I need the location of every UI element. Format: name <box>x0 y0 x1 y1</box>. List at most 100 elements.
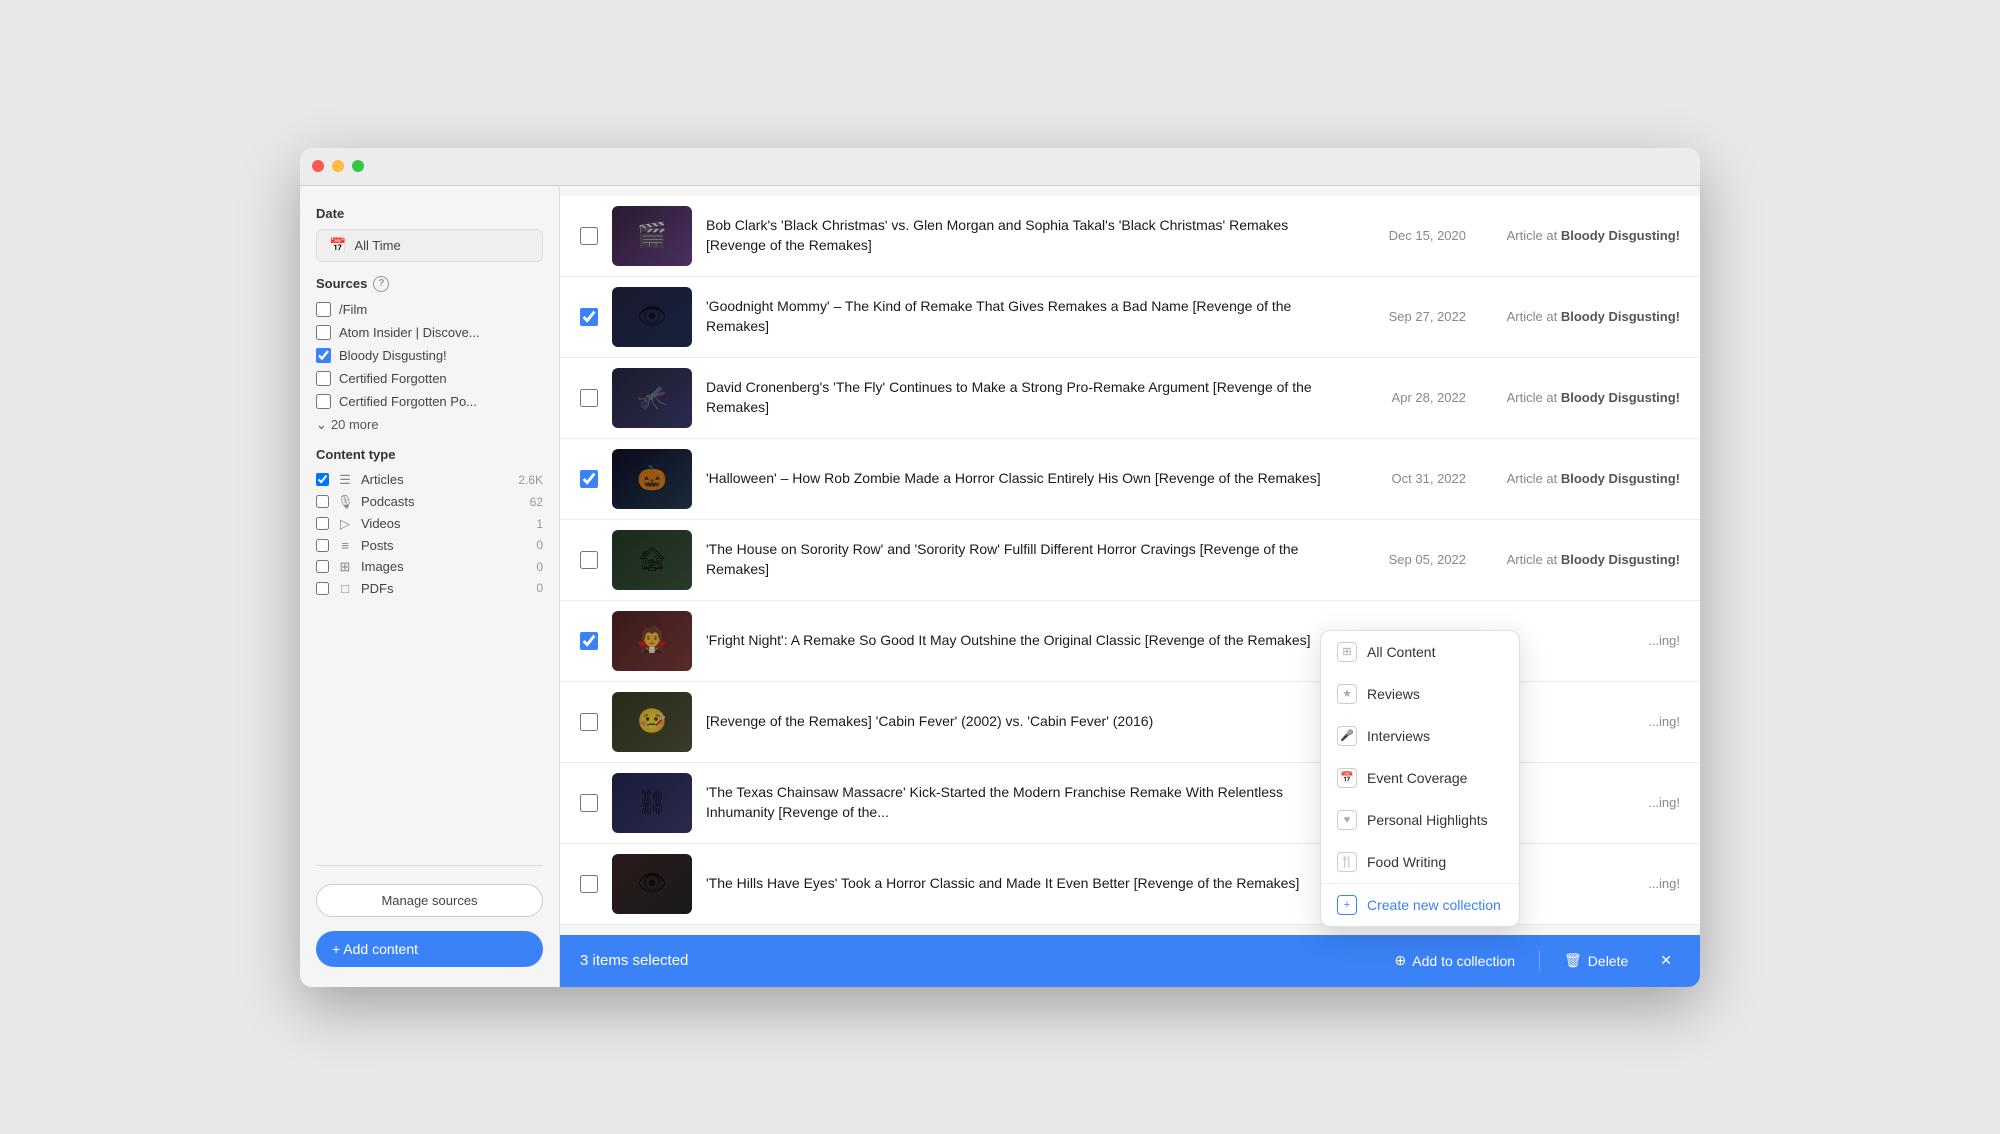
minimize-button[interactable] <box>332 160 344 172</box>
create-new-collection-item[interactable]: + Create new collection <box>1321 884 1519 926</box>
manage-sources-button[interactable]: Manage sources <box>316 884 543 917</box>
dropdown-personal-highlights-label: Personal Highlights <box>1367 812 1488 828</box>
dropdown-all-content[interactable]: ⊞ All Content <box>1321 631 1519 673</box>
selected-count: 3 items selected <box>580 952 1371 969</box>
ct-pdfs-count: 0 <box>536 581 543 595</box>
source-atom[interactable]: Atom Insider | Discove... <box>316 325 543 340</box>
ct-articles-checkbox[interactable] <box>316 473 329 486</box>
close-bar-button[interactable]: ✕ <box>1652 948 1680 973</box>
ct-articles-count: 2.6K <box>518 473 543 487</box>
source-certfpo-checkbox[interactable] <box>316 394 331 409</box>
ct-videos-label: Videos <box>361 516 401 531</box>
delete-icon: 🗑 <box>1564 952 1582 969</box>
article-title-7: [Revenge of the Remakes] 'Cabin Fever' (… <box>706 712 1352 732</box>
dropdown-interviews[interactable]: 🎤 Interviews <box>1321 715 1519 757</box>
table-row: 🎬 Bob Clark's 'Black Christmas' vs. Glen… <box>560 196 1700 277</box>
source-certf[interactable]: Certified Forgotten <box>316 371 543 386</box>
add-to-collection-icon: ⊕ <box>1395 952 1407 969</box>
thumb-shape-3: 🦟 <box>637 383 667 412</box>
date-filter-button[interactable]: 📅 All Time <box>316 229 543 262</box>
row-checkbox-3[interactable] <box>580 389 598 407</box>
thumb-shape-4: 🎃 <box>637 464 667 493</box>
row-checkbox-1[interactable] <box>580 227 598 245</box>
pdfs-icon: □ <box>337 581 353 596</box>
close-button[interactable] <box>312 160 324 172</box>
ct-podcasts[interactable]: 🎙 Podcasts 62 <box>316 494 543 510</box>
dropdown-food-writing-label: Food Writing <box>1367 854 1446 870</box>
article-thumbnail-5: 🏚 <box>612 530 692 590</box>
dropdown-event-coverage[interactable]: 📅 Event Coverage <box>1321 757 1519 799</box>
source-film-label: /Film <box>339 302 367 317</box>
ct-podcasts-count: 62 <box>530 495 543 509</box>
content-type-section: Content type ☰ Articles 2.6K 🎙 Podcasts … <box>316 447 543 596</box>
article-thumbnail-1: 🎬 <box>612 206 692 266</box>
table-row: 👁 'The Hills Have Eyes' Took a Horror Cl… <box>560 844 1700 925</box>
ct-pdfs[interactable]: □ PDFs 0 <box>316 581 543 596</box>
table-row: 🎃 'Halloween' – How Rob Zombie Made a Ho… <box>560 439 1700 520</box>
posts-icon: ≡ <box>337 538 353 553</box>
article-thumbnail-7: 🤒 <box>612 692 692 752</box>
dropdown-reviews[interactable]: ★ Reviews <box>1321 673 1519 715</box>
dropdown-food-writing[interactable]: 🍴 Food Writing <box>1321 841 1519 883</box>
reviews-icon: ★ <box>1337 684 1357 704</box>
article-thumbnail-3: 🦟 <box>612 368 692 428</box>
source-certfpo[interactable]: Certified Forgotten Po... <box>316 394 543 409</box>
ct-posts-label: Posts <box>361 538 394 553</box>
article-title-9: 'The Hills Have Eyes' Took a Horror Clas… <box>706 874 1352 894</box>
source-film[interactable]: /Film <box>316 302 543 317</box>
row-checkbox-4[interactable] <box>580 470 598 488</box>
row-checkbox-2[interactable] <box>580 308 598 326</box>
ct-videos[interactable]: ▷ Videos 1 <box>316 516 543 532</box>
article-title-2: 'Goodnight Mommy' – The Kind of Remake T… <box>706 297 1352 336</box>
ct-videos-checkbox[interactable] <box>316 517 329 530</box>
ct-posts-checkbox[interactable] <box>316 539 329 552</box>
source-atom-label: Atom Insider | Discove... <box>339 325 480 340</box>
sources-list: /Film Atom Insider | Discove... Bloody D… <box>316 302 543 409</box>
all-content-icon: ⊞ <box>1337 642 1357 662</box>
table-row: 🏚 'The House on Sorority Row' and 'Soror… <box>560 520 1700 601</box>
date-label: Date <box>316 206 543 221</box>
row-checkbox-6[interactable] <box>580 632 598 650</box>
delete-button[interactable]: 🗑 Delete <box>1556 948 1636 973</box>
add-to-collection-button[interactable]: ⊕ Add to collection <box>1387 948 1523 973</box>
source-certf-checkbox[interactable] <box>316 371 331 386</box>
ct-pdfs-label: PDFs <box>361 581 394 596</box>
article-title-3: David Cronenberg's 'The Fly' Continues t… <box>706 378 1352 417</box>
source-bloody[interactable]: Bloody Disgusting! <box>316 348 543 363</box>
table-row: 🦟 David Cronenberg's 'The Fly' Continues… <box>560 358 1700 439</box>
article-thumbnail-4: 🎃 <box>612 449 692 509</box>
source-atom-checkbox[interactable] <box>316 325 331 340</box>
article-title-6: 'Fright Night': A Remake So Good It May … <box>706 631 1352 651</box>
add-content-button[interactable]: + Add content <box>316 931 543 967</box>
article-thumbnail-9: 👁 <box>612 854 692 914</box>
ct-articles[interactable]: ☰ Articles 2.6K <box>316 472 543 488</box>
personal-highlights-icon: ♥ <box>1337 810 1357 830</box>
maximize-button[interactable] <box>352 160 364 172</box>
more-sources-link[interactable]: ⌄ 20 more <box>316 417 543 433</box>
dropdown-personal-highlights[interactable]: ♥ Personal Highlights <box>1321 799 1519 841</box>
row-checkbox-9[interactable] <box>580 875 598 893</box>
thumb-shape-6: 🧛 <box>637 626 667 655</box>
row-checkbox-8[interactable] <box>580 794 598 812</box>
table-row: 🧛 'Fright Night': A Remake So Good It Ma… <box>560 601 1700 682</box>
source-bloody-checkbox[interactable] <box>316 348 331 363</box>
dropdown-interviews-label: Interviews <box>1367 728 1430 744</box>
ct-podcasts-checkbox[interactable] <box>316 495 329 508</box>
article-thumbnail-2: 👁 <box>612 287 692 347</box>
window-content: Date 📅 All Time Sources ? /Fil <box>300 186 1700 987</box>
ct-images-checkbox[interactable] <box>316 560 329 573</box>
row-checkbox-7[interactable] <box>580 713 598 731</box>
source-bloody-label: Bloody Disgusting! <box>339 348 447 363</box>
sources-label: Sources ? <box>316 276 543 292</box>
content-type-list: ☰ Articles 2.6K 🎙 Podcasts 62 ▷ Videos <box>316 472 543 596</box>
article-source-2: Article at Bloody Disgusting! <box>1480 309 1680 324</box>
ct-images-label: Images <box>361 559 404 574</box>
source-film-checkbox[interactable] <box>316 302 331 317</box>
images-icon: ⊞ <box>337 559 353 575</box>
ct-posts[interactable]: ≡ Posts 0 <box>316 538 543 553</box>
ct-pdfs-checkbox[interactable] <box>316 582 329 595</box>
sources-help-icon[interactable]: ? <box>373 276 389 292</box>
row-checkbox-5[interactable] <box>580 551 598 569</box>
ct-images-count: 0 <box>536 560 543 574</box>
ct-images[interactable]: ⊞ Images 0 <box>316 559 543 575</box>
